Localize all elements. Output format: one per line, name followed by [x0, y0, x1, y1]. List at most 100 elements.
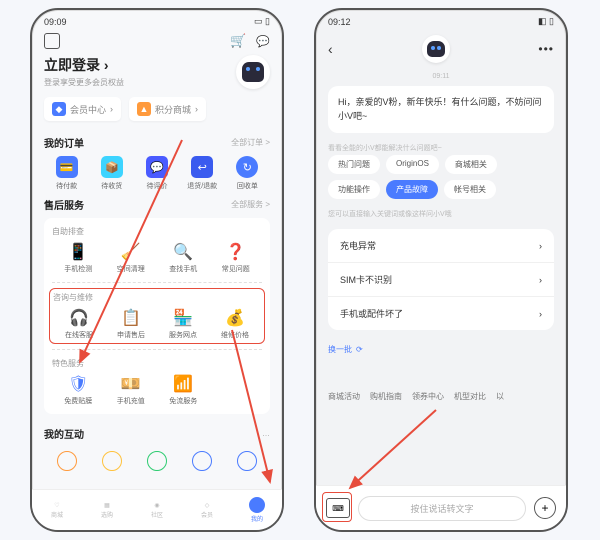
order-pay[interactable]: 💳待付款: [44, 156, 89, 191]
feat-topup[interactable]: 💴手机充值: [105, 375, 158, 406]
chip-points-label: 积分商城: [155, 103, 191, 116]
status-icons: ◧ ▯: [538, 16, 554, 27]
header: 🛒 💬: [32, 29, 282, 53]
refresh-batch[interactable]: 换一批⟳: [316, 338, 566, 361]
status-time: 09:12: [328, 17, 351, 27]
cat-func[interactable]: 功能操作: [328, 180, 380, 199]
order-refund[interactable]: ↩退货/退款: [180, 156, 225, 191]
back-icon[interactable]: ‹: [328, 41, 333, 57]
data-icon: 📶: [174, 375, 192, 393]
heart-icon: ♡: [54, 502, 59, 509]
login-title: 立即登录: [44, 57, 100, 73]
circle-icon[interactable]: [192, 451, 212, 471]
settings-icon[interactable]: [44, 33, 60, 49]
cat-account[interactable]: 帐号相关: [444, 180, 496, 199]
faq-icon: ❓: [227, 243, 245, 261]
price-icon: 💰: [226, 309, 244, 327]
circle-icon[interactable]: [102, 451, 122, 471]
category-pills: 热门问题 OriginOS 商城相关 功能操作 产品故障 帐号相关: [316, 155, 566, 199]
cat-fault[interactable]: 产品故障: [386, 180, 438, 199]
link-more[interactable]: 以: [496, 391, 504, 402]
chip-points[interactable]: ▲积分商城 ›: [129, 97, 206, 121]
chevron-right-icon: ›: [539, 241, 542, 251]
cat-mall[interactable]: 商城相关: [445, 155, 497, 174]
highlight-keyboard: [322, 492, 352, 522]
diag-find[interactable]: 🔍查找手机: [157, 243, 210, 274]
repair-price[interactable]: 💰维修价格: [209, 309, 261, 340]
after-more[interactable]: 全部服务 >: [231, 199, 270, 210]
after-title: 售后服务: [44, 197, 84, 212]
link-activity[interactable]: 商城活动: [328, 391, 360, 402]
chevron-right-icon: ›: [104, 57, 109, 73]
order-ship[interactable]: 📦待收货: [89, 156, 134, 191]
highlight-repair: 咨询与维修 🎧在线客服 📋申请售后 🏪服务网点 💰维修价格: [49, 288, 265, 344]
box-icon: 📦: [101, 156, 123, 178]
chevron-right-icon: ›: [539, 275, 542, 285]
globe-icon: ◉: [154, 502, 159, 509]
cat-hot[interactable]: 热门问题: [328, 155, 380, 174]
timestamp: 09:11: [316, 73, 566, 80]
faq-item-broken[interactable]: 手机或配件坏了›: [328, 297, 554, 330]
section-interact: 我的互动 …: [32, 420, 282, 441]
chevron-right-icon: ›: [539, 309, 542, 319]
more-icon[interactable]: •••: [538, 42, 554, 56]
clean-icon: 🧹: [122, 243, 140, 261]
login-sub: 登录享受更多会员权益: [44, 77, 124, 88]
voice-input[interactable]: 按住说话转文字: [358, 496, 526, 521]
chevron-right-icon: ›: [110, 104, 113, 114]
feat-data[interactable]: 📶免流服务: [157, 375, 210, 406]
status-bar: 09:12 ◧ ▯: [316, 10, 566, 29]
circle-icon[interactable]: [147, 451, 167, 471]
greeting-message: Hi，亲爱的V粉，新年快乐！有什么问题，不妨问问小V吧~: [328, 86, 554, 133]
message-icon[interactable]: 💬: [256, 35, 270, 48]
film-icon: 🛡: [69, 375, 87, 393]
tab-shop[interactable]: ▦选购: [82, 490, 132, 530]
avatar[interactable]: [422, 35, 450, 63]
orders-more[interactable]: 全部订单 >: [231, 137, 270, 148]
circle-icon[interactable]: [237, 451, 257, 471]
interact-title: 我的互动: [44, 426, 84, 441]
diag-clean[interactable]: 🧹空间清理: [105, 243, 158, 274]
repair-online[interactable]: 🎧在线客服: [53, 309, 105, 340]
circle-icon[interactable]: [57, 451, 77, 471]
login-block[interactable]: 立即登录 › 登录享受更多会员权益: [32, 53, 282, 89]
cat-originos[interactable]: OriginOS: [386, 155, 439, 174]
tip-text: 您可以直接输入关键词或像这样问小V哦: [316, 205, 566, 221]
diag-phone[interactable]: 📱手机检测: [52, 243, 105, 274]
wallet-icon: 💳: [56, 156, 78, 178]
chat-header: ‹ •••: [316, 29, 566, 69]
interact-more[interactable]: …: [262, 429, 270, 438]
refund-icon: ↩: [191, 156, 213, 178]
link-coupon[interactable]: 领券中心: [412, 391, 444, 402]
tab-community[interactable]: ◉社区: [132, 490, 182, 530]
store-icon: 🏪: [174, 309, 192, 327]
tab-my[interactable]: 我的: [232, 490, 282, 530]
faq-item-sim[interactable]: SIM卡不识别›: [328, 263, 554, 297]
repair-title: 咨询与维修: [53, 292, 261, 303]
tab-mall[interactable]: ♡商城: [32, 490, 82, 530]
service-card: 自助排查 📱手机检测 🧹空间清理 🔍查找手机 ❓常见问题 咨询与维修 🎧在线客服…: [44, 218, 270, 414]
cart-icon[interactable]: 🛒: [230, 33, 246, 49]
order-recycle[interactable]: ↻回收单: [225, 156, 270, 191]
status-time: 09:09: [44, 17, 67, 27]
avatar[interactable]: [236, 55, 270, 89]
topup-icon: 💴: [122, 375, 140, 393]
order-review[interactable]: 💬待评价: [134, 156, 179, 191]
feat-film[interactable]: 🛡免费贴膜: [52, 375, 105, 406]
status-icons: ▭ ▯: [254, 16, 270, 27]
tab-bar: ♡商城 ▦选购 ◉社区 ◇会员 我的: [32, 489, 282, 530]
tab-member[interactable]: ◇会员: [182, 490, 232, 530]
gift-icon: ▲: [137, 102, 151, 116]
plus-icon[interactable]: +: [534, 497, 556, 519]
link-compare[interactable]: 机型对比: [454, 391, 486, 402]
diag-faq[interactable]: ❓常见问题: [210, 243, 263, 274]
faq-item-charge[interactable]: 充电异常›: [328, 229, 554, 263]
section-after: 售后服务 全部服务 >: [32, 191, 282, 212]
link-guide[interactable]: 购机指南: [370, 391, 402, 402]
doc-icon: 📋: [122, 309, 140, 327]
repair-apply[interactable]: 📋申请售后: [105, 309, 157, 340]
phone-left: 09:09 ▭ ▯ 🛒 💬 立即登录 › 登录享受更多会员权益 ◆会员中心 › …: [30, 8, 284, 532]
chip-member[interactable]: ◆会员中心 ›: [44, 97, 121, 121]
repair-store[interactable]: 🏪服务网点: [157, 309, 209, 340]
hint-text: 看看全能的小V都能解决什么问题吧~: [316, 139, 566, 155]
